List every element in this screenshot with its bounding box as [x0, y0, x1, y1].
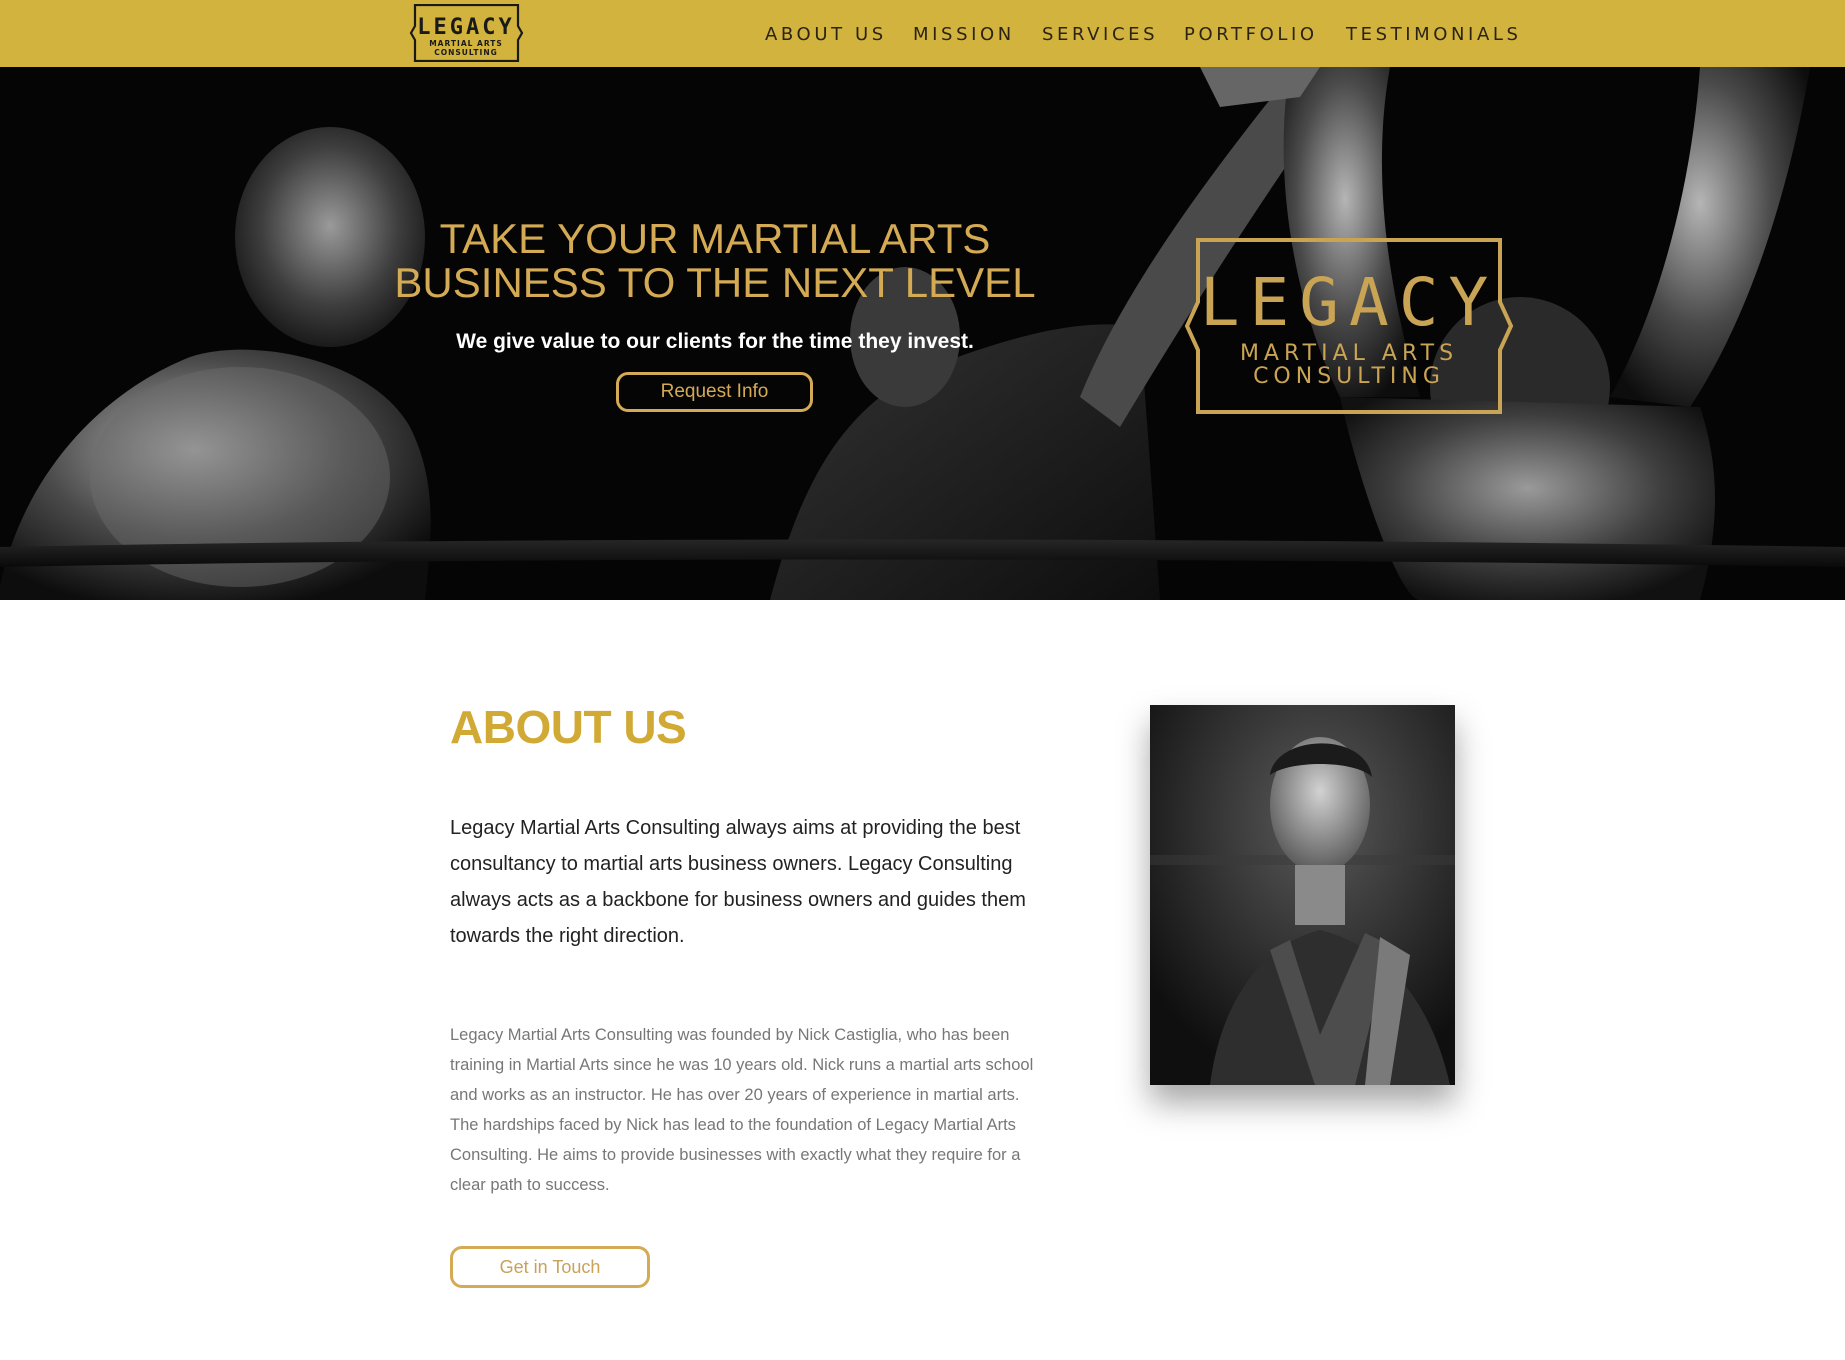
nav-logo-line2: CONSULTING: [434, 48, 498, 57]
nav-link-portfolio[interactable]: PORTFOLIO: [1184, 24, 1318, 45]
get-in-touch-button[interactable]: Get in Touch: [450, 1246, 650, 1288]
hero-legacy-logo: LEGACY MARTIAL ARTS CONSULTING: [1184, 238, 1514, 414]
legacy-logo[interactable]: LEGACY MARTIAL ARTS CONSULTING: [409, 4, 524, 62]
hero-subtitle: We give value to our clients for the tim…: [456, 330, 974, 353]
request-info-button[interactable]: Request Info: [616, 372, 813, 412]
nav-link-mission[interactable]: MISSION: [913, 24, 1015, 45]
nav-link-services[interactable]: SERVICES: [1042, 24, 1158, 45]
hero-headline-line2: BUSINESS TO THE NEXT LEVEL: [394, 259, 1036, 306]
hero-banner: TAKE YOUR MARTIAL ARTS BUSINESS TO THE N…: [0, 67, 1845, 600]
top-navbar: LEGACY MARTIAL ARTS CONSULTING ABOUT US …: [0, 0, 1845, 67]
founder-portrait: [1150, 705, 1455, 1085]
hero-headline-line1: TAKE YOUR MARTIAL ARTS: [439, 215, 991, 262]
about-title: ABOUT US: [450, 701, 687, 753]
nav-logo-word: LEGACY: [417, 15, 514, 40]
founder-photo: [1150, 705, 1455, 1085]
about-lead-paragraph: Legacy Martial Arts Consulting always ai…: [450, 817, 1026, 947]
nav-link-testimonials[interactable]: TESTIMONIALS: [1346, 24, 1522, 45]
hero-logo-line1: MARTIAL ARTS: [1240, 341, 1458, 366]
hero-headline: TAKE YOUR MARTIAL ARTS BUSINESS TO THE N…: [385, 217, 1045, 305]
about-body-paragraph: Legacy Martial Arts Consulting was found…: [450, 1026, 1034, 1194]
nav-link-about-us[interactable]: ABOUT US: [765, 24, 887, 45]
nav-logo-line1: MARTIAL ARTS: [429, 39, 503, 48]
hero-logo-word: LEGACY: [1200, 264, 1498, 341]
hero-logo-line2: CONSULTING: [1253, 364, 1445, 389]
